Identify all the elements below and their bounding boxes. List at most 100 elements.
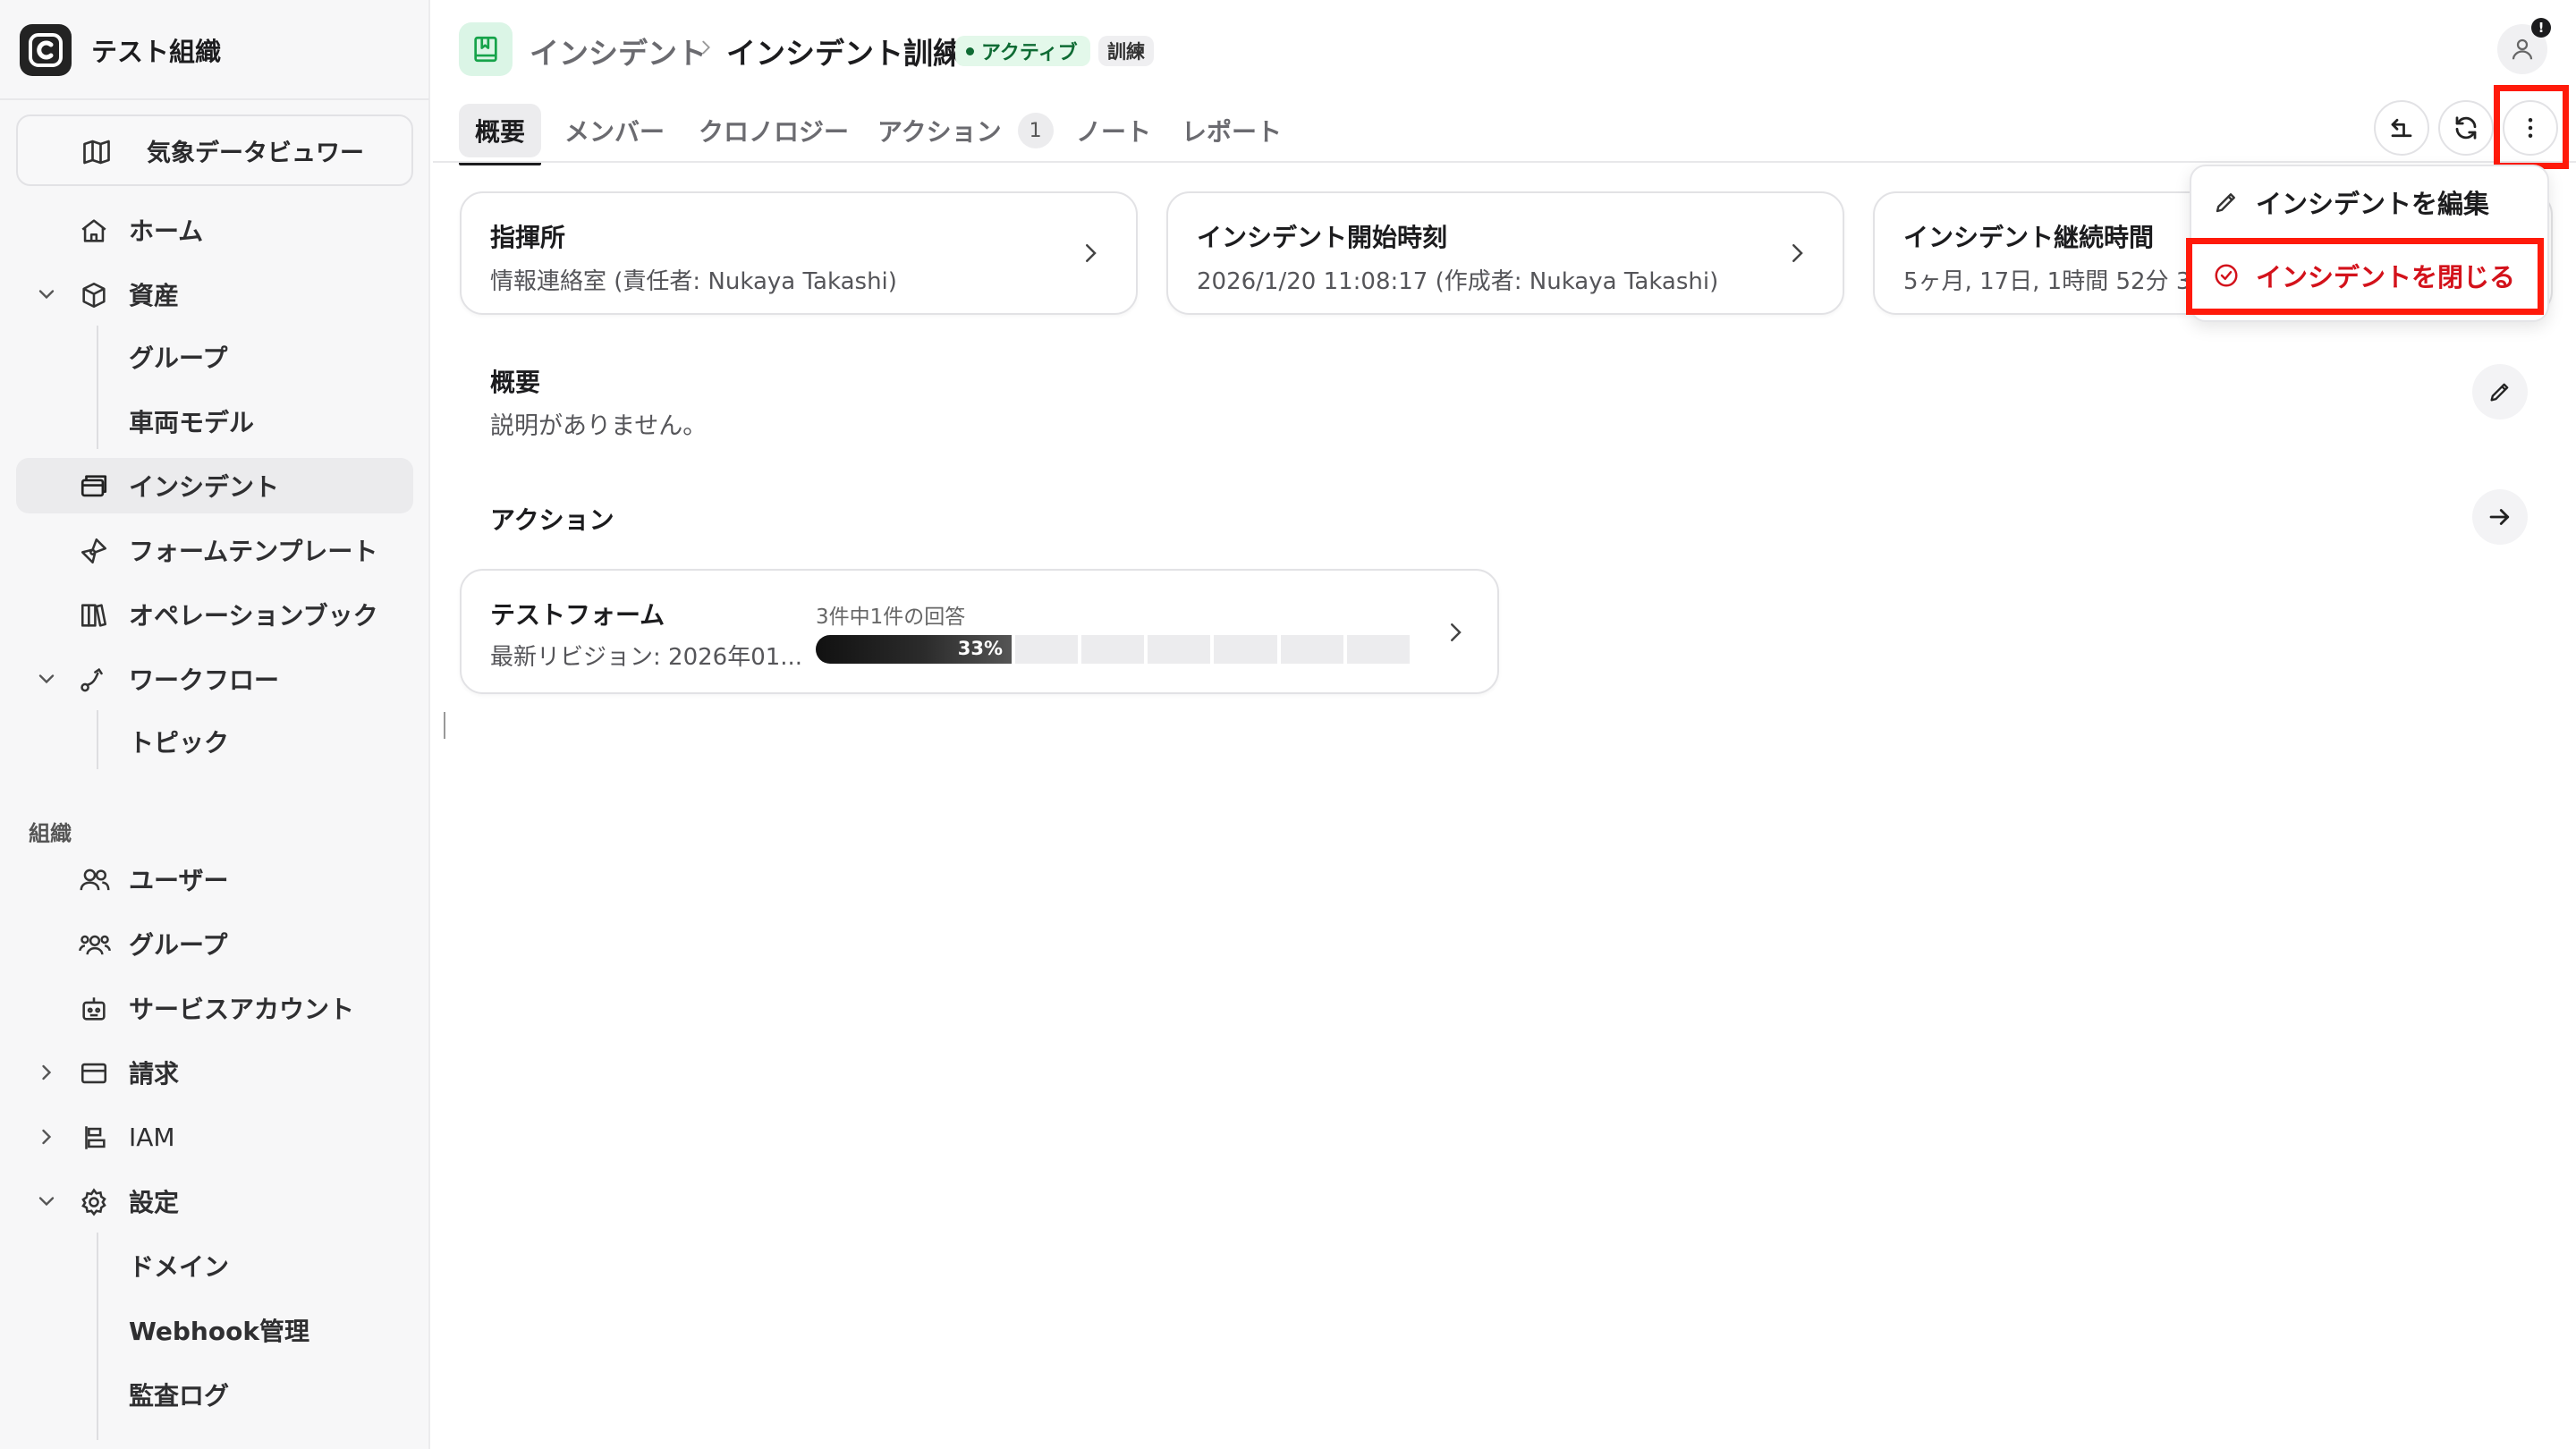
sidebar-item-label: オペレーションブック [129, 601, 378, 631]
actions-heading: アクション [490, 505, 614, 535]
tab-actions[interactable]: アクション 1 [877, 98, 1054, 163]
sidebar-item-domains[interactable]: ドメイン [16, 1238, 413, 1293]
progress-segment [1080, 635, 1145, 664]
chevron-right-icon [1442, 619, 1469, 646]
section-heading-org: 組織 [29, 821, 72, 846]
workflow-icon [79, 665, 109, 695]
sidebar-item-audit-log[interactable]: 監査ログ [16, 1367, 413, 1422]
summary-heading: 概要 [490, 368, 541, 397]
chevron-down-icon[interactable] [34, 666, 59, 691]
sidebar-item-label: 設定 [129, 1188, 180, 1217]
highlight-box [2494, 85, 2569, 169]
sidebar-item-assets[interactable]: 資産 [16, 267, 413, 322]
sidebar-item-label: ユーザー [129, 866, 229, 895]
edit-summary-button[interactable] [2472, 364, 2528, 419]
tab-label: 概要 [459, 104, 542, 157]
status-badge: アクティブ [955, 36, 1090, 66]
tab-count-badge: 1 [1017, 113, 1054, 148]
iam-icon [79, 1123, 109, 1153]
tab-notes[interactable]: ノート [1076, 98, 1151, 163]
sidebar-item-workflows[interactable]: ワークフロー [16, 651, 413, 707]
response-progress-bar: 33% [816, 635, 1410, 664]
sidebar-item-topics[interactable]: トピック [16, 714, 413, 769]
progress-segment [1214, 635, 1277, 664]
upload-button[interactable] [2374, 100, 2429, 156]
group-icon [79, 929, 111, 960]
tab-report[interactable]: レポート [1182, 98, 1282, 163]
incident-book-icon [459, 22, 513, 76]
bot-icon [79, 994, 109, 1024]
tab-members[interactable]: メンバー [564, 98, 665, 163]
refresh-button[interactable] [2438, 100, 2494, 156]
form-name: テストフォーム [490, 600, 665, 630]
menu-item-label: インシデントを編集 [2256, 189, 2490, 219]
tab-overview[interactable]: 概要 [459, 98, 542, 165]
sidebar-item-groups[interactable]: グループ [16, 329, 413, 385]
command-post-card[interactable]: 指揮所 情報連絡室 (責任者: Nukaya Takashi) [460, 191, 1138, 315]
summary-text: 説明がありません。 [490, 412, 708, 440]
tab-label: レポート [1182, 117, 1283, 147]
org-logo-icon [20, 24, 72, 76]
status-badge-label: アクティブ [981, 42, 1078, 64]
books-icon [79, 600, 109, 631]
form-revision: 最新リビジョン: 2026年01... [490, 644, 803, 671]
billing-icon [79, 1058, 109, 1089]
breadcrumb-separator-icon [696, 36, 716, 59]
sidebar-item-label: フォームテンプレート [129, 537, 378, 566]
sidebar-item-label: 車両モデル [129, 408, 255, 437]
weather-viewer-button[interactable]: 気象データビュワー [16, 114, 413, 186]
box-icon [79, 280, 109, 310]
action-form-card[interactable]: テストフォーム 最新リビジョン: 2026年01... 3件中1件の回答 33% [460, 569, 1499, 694]
sidebar-item-billing[interactable]: 請求 [16, 1045, 413, 1100]
corner-up-icon [2388, 114, 2415, 141]
tab-chronology[interactable]: クロノロジー [699, 98, 849, 163]
sidebar-item-home[interactable]: ホーム [16, 202, 413, 258]
sidebar-item-label: IAM [129, 1122, 175, 1152]
actions-open-button[interactable] [2472, 489, 2528, 545]
pencil-icon [2213, 189, 2240, 216]
sidebar-item-webhooks[interactable]: Webhook管理 [16, 1302, 413, 1358]
sidebar-item-form-templates[interactable]: フォームテンプレート [16, 522, 413, 578]
sidebar-item-label: Webhook管理 [129, 1317, 309, 1346]
sidebar-item-service-accounts[interactable]: サービスアカウント [16, 980, 413, 1036]
sidebar-item-iam[interactable]: IAM [16, 1109, 413, 1165]
card-title: 指揮所 [490, 223, 566, 252]
progress-segment [1280, 635, 1343, 664]
pencil-icon [2487, 379, 2512, 404]
tab-label: アクション [877, 117, 1002, 147]
sidebar-item-settings[interactable]: 設定 [16, 1174, 413, 1229]
chevron-right-icon[interactable] [34, 1124, 59, 1149]
org-switcher[interactable]: テスト組織 [20, 21, 221, 79]
refresh-icon [2453, 114, 2479, 141]
status-dot-icon [966, 47, 974, 55]
tab-label: ノート [1076, 117, 1152, 147]
sidebar-item-label: インシデント [129, 472, 280, 502]
sidebar-item-incidents[interactable]: インシデント [16, 458, 413, 513]
chevron-down-icon[interactable] [34, 282, 59, 307]
chevron-right-icon [1784, 240, 1810, 267]
incident-icon [79, 471, 109, 502]
sidebar-item-label: ワークフロー [129, 665, 280, 695]
chevron-down-icon[interactable] [34, 1189, 59, 1214]
sidebar-item-users[interactable]: ユーザー [16, 852, 413, 907]
breadcrumb-incidents[interactable]: インシデント [530, 30, 707, 72]
start-time-card[interactable]: インシデント開始時刻 2026/1/20 11:08:17 (作成者: Nuka… [1166, 191, 1844, 315]
sidebar-item-org-groups[interactable]: グループ [16, 916, 413, 971]
card-value: 2026/1/20 11:08:17 (作成者: Nukaya Takashi) [1197, 268, 1719, 295]
sidebar-item-label: ドメイン [129, 1252, 230, 1282]
divider [433, 161, 2576, 163]
sidebar-item-label: 資産 [129, 281, 180, 310]
arrow-right-icon [2487, 504, 2513, 530]
response-count: 3件中1件の回答 [816, 606, 966, 629]
sidebar-item-label: 請求 [129, 1059, 180, 1089]
menu-item-edit-incident[interactable]: インシデントを編集 [2213, 184, 2489, 220]
sidebar-item-operation-books[interactable]: オペレーションブック [16, 587, 413, 642]
card-title: インシデント開始時刻 [1197, 223, 1448, 252]
chevron-right-icon[interactable] [34, 1060, 59, 1085]
weather-viewer-label: 気象データビュワー [147, 139, 364, 167]
users-icon [79, 865, 111, 895]
sidebar-item-label: 監査ログ [129, 1381, 230, 1411]
sidebar-item-vehicle-models[interactable]: 車両モデル [16, 394, 413, 449]
page-title: インシデント訓練 [726, 36, 962, 71]
divider [0, 98, 429, 100]
